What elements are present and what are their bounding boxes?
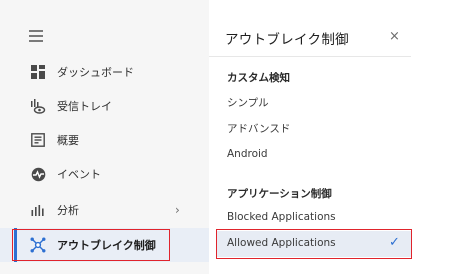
dashboard-icon <box>30 64 46 80</box>
checkmark-icon: ✓ <box>389 235 400 250</box>
sidebar: ダッシュボード 受信トレイ 概要 イベント 分析 › アウトブレイク制御 <box>0 0 209 274</box>
hamburger-menu-icon[interactable] <box>29 30 43 42</box>
panel-header: アウトブレイク制御 × <box>209 14 409 56</box>
menu-item-android[interactable]: Android <box>227 148 268 160</box>
section-heading-application-control: アプリケーション制御 <box>227 188 332 200</box>
sidebar-item-outbreak-control[interactable]: アウトブレイク制御 <box>0 228 209 262</box>
sidebar-item-label: 受信トレイ <box>57 100 112 113</box>
sidebar-item-label: アウトブレイク制御 <box>57 239 156 252</box>
menu-item-blocked-applications[interactable]: Blocked Applications <box>227 211 336 223</box>
active-indicator <box>14 228 17 262</box>
event-icon <box>30 166 46 182</box>
sidebar-item-summary[interactable]: 概要 <box>0 123 209 157</box>
sidebar-item-label: 概要 <box>57 134 79 147</box>
sidebar-item-analytics[interactable]: 分析 › <box>0 193 209 227</box>
sidebar-item-label: イベント <box>57 168 101 181</box>
section-heading-custom-detection: カスタム検知 <box>227 72 290 84</box>
sidebar-item-dashboard[interactable]: ダッシュボード <box>0 55 209 89</box>
panel-title: アウトブレイク制御 <box>225 32 349 48</box>
outbreak-control-panel: アウトブレイク制御 × カスタム検知 シンプル アドバンスド Android ア… <box>209 0 462 274</box>
sidebar-item-label: 分析 <box>57 204 79 217</box>
summary-icon <box>30 132 46 148</box>
sidebar-item-events[interactable]: イベント <box>0 157 209 191</box>
menu-item-label: Allowed Applications <box>227 237 336 249</box>
outbreak-icon <box>30 237 46 253</box>
divider <box>209 56 411 57</box>
close-icon[interactable]: × <box>389 29 400 44</box>
analytics-icon <box>30 202 46 218</box>
sidebar-item-label: ダッシュボード <box>57 66 134 79</box>
sidebar-item-inbox[interactable]: 受信トレイ <box>0 89 209 123</box>
inbox-eye-icon <box>30 98 46 114</box>
chevron-right-icon: › <box>175 203 180 217</box>
menu-item-allowed-applications[interactable]: Allowed Applications ✓ <box>217 231 411 257</box>
menu-item-simple[interactable]: シンプル <box>227 95 269 110</box>
menu-item-advanced[interactable]: アドバンスド <box>227 121 290 136</box>
